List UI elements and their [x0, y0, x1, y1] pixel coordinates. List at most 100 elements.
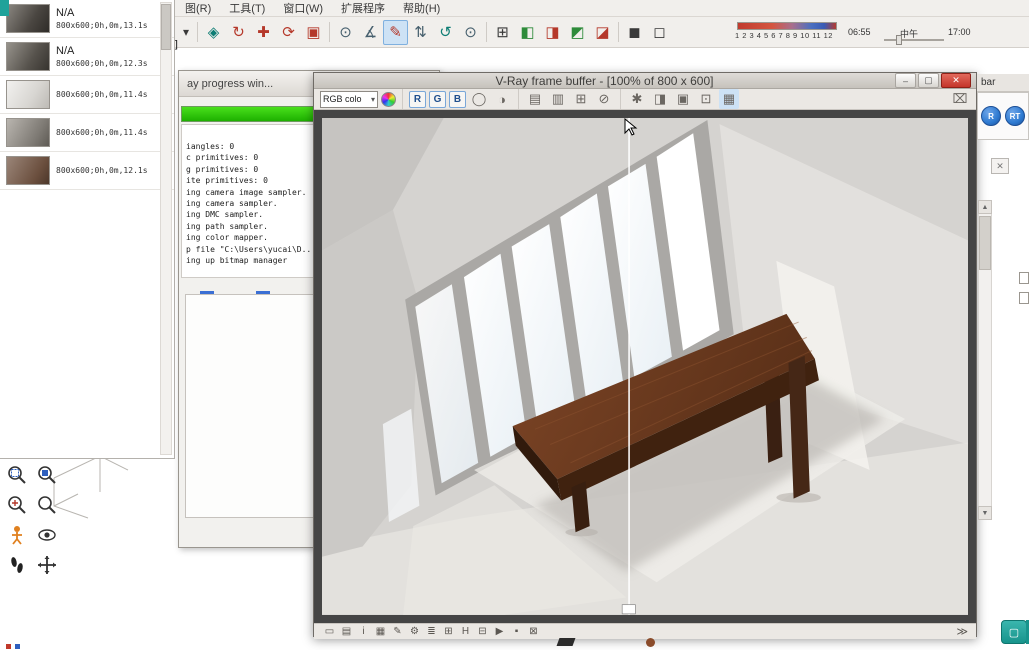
time-slider-thumb[interactable]	[896, 35, 902, 45]
toolbar-separator	[402, 89, 403, 109]
right-dock-panel: R RT	[977, 92, 1029, 140]
grid-icon[interactable]: ▦	[373, 624, 388, 639]
plus-box-icon[interactable]: ⊞	[441, 624, 456, 639]
region-render-icon[interactable]: ▦	[719, 89, 739, 109]
sheet-icon[interactable]: ▤	[339, 624, 354, 639]
zoom-previous-icon[interactable]	[32, 460, 62, 490]
gear-icon[interactable]: ⚙	[407, 624, 422, 639]
progress-title: ay progress win...	[187, 78, 273, 90]
history-scrollbar[interactable]	[160, 2, 172, 455]
zoom-icon[interactable]: ⊙	[333, 20, 358, 45]
wireframe-view-icon[interactable]: ◻	[647, 20, 672, 45]
vray-render-icon[interactable]: ↻	[226, 20, 251, 45]
zoom-extents-icon[interactable]	[2, 490, 32, 520]
time-slider-track[interactable]	[884, 39, 944, 41]
color-correction-icon[interactable]: ⊡	[696, 89, 716, 109]
vfb-toolbar: RGB colo▾ R G B ◯ ◑ ▤ ▥ ⊞ ⊘ ✱ ◨ ▣ ⊡ ▦ ⌧	[314, 89, 976, 110]
chevron-down-icon: ▾	[371, 95, 375, 104]
red-channel-toggle[interactable]: R	[409, 91, 426, 108]
play-icon[interactable]: ▶	[492, 624, 507, 639]
color-wheel-icon[interactable]	[381, 92, 396, 107]
vray-toolbar-cube-icon[interactable]: ▢	[1001, 620, 1027, 644]
ab-compare-icon[interactable]: ◨	[650, 89, 670, 109]
load-image-icon[interactable]: ▥	[548, 89, 568, 109]
list-icon[interactable]: ≣	[424, 624, 439, 639]
toolbar-separator	[620, 89, 621, 109]
mono-channel-icon[interactable]: ◑	[492, 89, 512, 109]
history-scrollbar-thumb[interactable]	[161, 4, 171, 50]
rt-render-button[interactable]: RT	[1005, 106, 1025, 126]
close-button[interactable]: ✕	[941, 73, 971, 88]
vray-asset-editor-icon[interactable]: ◈	[201, 20, 226, 45]
menu-view[interactable]: 图(R)	[176, 0, 220, 17]
position-camera-icon[interactable]	[2, 520, 32, 550]
pen-icon[interactable]: ✎	[390, 624, 405, 639]
expand-chevron-icon[interactable]: ≫	[956, 625, 968, 638]
track-mouse-icon[interactable]: ✱	[627, 89, 647, 109]
info-icon[interactable]: i	[356, 624, 371, 639]
channel-select[interactable]: RGB colo▾	[320, 91, 378, 108]
scroll-down-icon[interactable]: ▼	[978, 506, 992, 520]
menu-extensions[interactable]: 扩展程序	[332, 0, 394, 17]
green-channel-toggle[interactable]: G	[429, 91, 446, 108]
toolbar-separator	[329, 22, 330, 42]
panel-close-icon[interactable]: ✕	[991, 158, 1009, 174]
menu-help[interactable]: 帮助(H)	[394, 0, 449, 17]
render-button[interactable]: R	[981, 106, 1001, 126]
menu-tools[interactable]: 工具(T)	[220, 0, 274, 17]
toolbar-separator	[618, 22, 619, 42]
look-around-icon[interactable]	[32, 520, 62, 550]
section-plane-icon[interactable]: ◧	[515, 20, 540, 45]
section-cut-icon[interactable]: ◨	[540, 20, 565, 45]
close-box-icon[interactable]: ⊠	[526, 624, 541, 639]
right-scrollbar-thumb[interactable]	[979, 216, 991, 270]
walk-icon[interactable]	[2, 550, 32, 580]
minimize-button[interactable]: –	[895, 73, 916, 88]
vfb-canvas[interactable]	[314, 110, 976, 623]
minus-box-icon[interactable]: ⊟	[475, 624, 490, 639]
zoom-extents-icon[interactable]: ⊙	[458, 20, 483, 45]
pan-icon[interactable]: ⇅	[408, 20, 433, 45]
histogram-icon[interactable]: H	[458, 624, 473, 639]
shaded-view-icon[interactable]: ◼	[622, 20, 647, 45]
page-icon[interactable]	[1019, 272, 1029, 284]
history-item[interactable]: N/A800x600;0h,0m,12.3s	[0, 38, 174, 76]
history-item[interactable]: 800x600;0h,0m,11.4s	[0, 76, 174, 114]
pan-icon[interactable]	[32, 550, 62, 580]
save-image-icon[interactable]: ▤	[525, 89, 545, 109]
date-slider-gradient[interactable]	[737, 22, 837, 30]
maximize-button[interactable]: ▢	[918, 73, 939, 88]
clear-image-icon[interactable]: ⊘	[594, 89, 614, 109]
menu-window[interactable]: 窗口(W)	[274, 0, 332, 17]
zoom-window-icon[interactable]	[2, 460, 32, 490]
history-item[interactable]: 800x600;0h,0m,12.1s	[0, 152, 174, 190]
stamp-icon[interactable]: ▣	[673, 89, 693, 109]
render-thumbnail	[6, 4, 50, 33]
history-item[interactable]: N/A800x600;0h,0m,13.1s	[0, 0, 174, 38]
zoom-tool-icon[interactable]	[32, 490, 62, 520]
section-fill-icon[interactable]: ◩	[565, 20, 590, 45]
blue-channel-toggle[interactable]: B	[449, 91, 466, 108]
clear-broom-icon[interactable]: ⌧	[950, 89, 970, 109]
measure-icon[interactable]: ∡	[358, 20, 383, 45]
scroll-up-icon[interactable]: ▲	[978, 200, 992, 214]
stamp-toggle-icon[interactable]: ▭	[322, 624, 337, 639]
paint-icon[interactable]: ✎	[383, 20, 408, 45]
copy-buffer-icon[interactable]: ⊞	[571, 89, 591, 109]
move-icon[interactable]: ✚	[251, 20, 276, 45]
toolbar-dropdown-caret[interactable]: ▾	[178, 20, 194, 45]
stop-icon[interactable]: ▪	[509, 624, 524, 639]
truncated-link[interactable]	[256, 291, 270, 294]
refresh-render-icon[interactable]: ⟳	[276, 20, 301, 45]
section-outline-icon[interactable]: ◪	[590, 20, 615, 45]
truncated-link[interactable]	[200, 291, 214, 294]
history-detail: 800x600;0h,0m,11.4s	[56, 127, 148, 138]
history-item[interactable]: 800x600;0h,0m,11.4s	[0, 114, 174, 152]
render-region-icon[interactable]: ▣	[301, 20, 326, 45]
render-history-panel: N/A800x600;0h,0m,13.1s N/A800x600;0h,0m,…	[0, 0, 175, 459]
vfb-title-bar[interactable]: V-Ray frame buffer - [100% of 800 x 600]…	[314, 73, 976, 89]
page-icon[interactable]	[1019, 292, 1029, 304]
orbit-icon[interactable]: ↺	[433, 20, 458, 45]
alpha-channel-icon[interactable]: ◯	[469, 89, 489, 109]
axes-icon[interactable]: ⊞	[490, 20, 515, 45]
